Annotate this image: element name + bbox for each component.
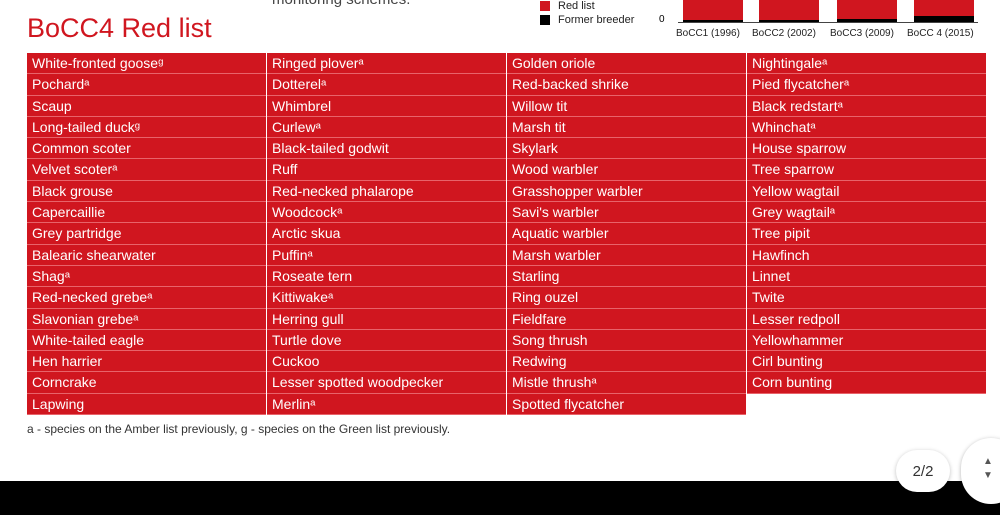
species-cell: Corn bunting	[747, 372, 986, 394]
species-cell: Cirl bunting	[747, 351, 986, 373]
species-cell: Slavonian grebeᵃ	[27, 308, 266, 330]
x-axis	[678, 22, 978, 23]
x-tick-label: BoCC1 (1996)	[676, 28, 740, 39]
species-cell: Merlinᵃ	[267, 393, 506, 416]
species-cell: Kittiwakeᵃ	[267, 287, 506, 309]
x-tick-label: BoCC 4 (2015)	[907, 28, 974, 39]
species-cell: Marsh tit	[507, 116, 746, 139]
species-cell: Lesser redpoll	[747, 308, 986, 330]
species-cell: Yellow wagtail	[747, 180, 986, 203]
bar-former-breeder	[759, 20, 819, 22]
species-cell: Velvet scoterᵃ	[27, 159, 266, 181]
x-tick-label: BoCC3 (2009)	[830, 28, 894, 39]
bar-red-list	[759, 0, 819, 22]
species-cell: Curlewᵃ	[267, 116, 506, 139]
species-cell: Starling	[507, 265, 746, 288]
footnote: a - species on the Amber list previously…	[27, 422, 451, 436]
species-cell: Black grouse	[27, 180, 266, 203]
x-tick-label: BoCC2 (2002)	[752, 28, 816, 39]
page-indicator[interactable]: 2/2	[896, 450, 950, 492]
species-cell: Ruff	[267, 159, 506, 181]
species-cell: Roseate tern	[267, 265, 506, 288]
species-cell: White-tailed eagle	[27, 329, 266, 352]
species-cell: Black redstartᵃ	[747, 95, 986, 117]
red-list-table: White-fronted gooseᵍ Pochardᵃ Scaup Long-ta…	[27, 53, 987, 416]
species-cell: Golden oriole	[507, 53, 746, 75]
species-cell: Tree pipit	[747, 223, 986, 245]
species-cell: Common scoter	[27, 138, 266, 160]
intro-text: monitoring schemes.	[272, 0, 410, 8]
species-cell: Spotted flycatcher	[507, 393, 746, 416]
species-cell: Mistle thrushᵃ	[507, 372, 746, 394]
arrow-up-icon[interactable]: ▲	[983, 455, 1000, 469]
bar-red-list	[914, 0, 974, 22]
species-cell: Song thrush	[507, 329, 746, 352]
species-cell: Cuckoo	[267, 351, 506, 373]
species-cell: Black-tailed godwit	[267, 138, 506, 160]
species-cell: Ring ouzel	[507, 287, 746, 309]
y-tick-label: 0	[659, 14, 665, 25]
species-cell: Grey wagtailᵃ	[747, 202, 986, 224]
species-cell: Pied flycatcherᵃ	[747, 74, 986, 96]
species-cell: Savi's warbler	[507, 202, 746, 224]
species-cell: Twite	[747, 287, 986, 309]
species-cell: Red-necked phalarope	[267, 180, 506, 203]
species-cell: House sparrow	[747, 138, 986, 160]
legend-label: Red list	[558, 0, 595, 12]
species-cell: Aquatic warbler	[507, 223, 746, 245]
bar-red-list	[837, 0, 897, 22]
species-cell: Tree sparrow	[747, 159, 986, 181]
species-cell: Scaup	[27, 95, 266, 117]
species-cell: Hawfinch	[747, 244, 986, 266]
page-title: BoCC4 Red list	[27, 13, 212, 43]
species-cell: Corncrake	[27, 372, 266, 394]
bar-former-breeder	[837, 19, 897, 22]
species-cell: Red-necked grebeᵃ	[27, 287, 266, 309]
species-cell: Woodcockᵃ	[267, 202, 506, 224]
species-cell: Marsh warbler	[507, 244, 746, 266]
legend-swatch	[540, 15, 550, 25]
species-cell: Long-tailed duckᵍ	[27, 116, 266, 139]
species-cell: Turtle dove	[267, 329, 506, 352]
species-cell: Linnet	[747, 265, 986, 288]
species-cell: Whimbrel	[267, 95, 506, 117]
species-cell: Ringed ploverᵃ	[267, 53, 506, 75]
species-cell: Skylark	[507, 138, 746, 160]
species-cell: Fieldfare	[507, 308, 746, 330]
species-cell: Hen harrier	[27, 351, 266, 373]
species-cell: White-fronted gooseᵍ	[27, 53, 266, 75]
bottom-bar	[0, 481, 1000, 515]
bar-former-breeder	[914, 16, 974, 22]
species-cell: Lapwing	[27, 393, 266, 416]
legend-label: Former breeder	[558, 14, 635, 26]
species-cell: Grey partridge	[27, 223, 266, 245]
species-cell: Grasshopper warbler	[507, 180, 746, 203]
species-cell: Balearic shearwater	[27, 244, 266, 266]
species-cell: Nightingaleᵃ	[747, 53, 986, 75]
species-cell: Capercaillie	[27, 202, 266, 224]
species-cell: Puffinᵃ	[267, 244, 506, 266]
species-cell: Herring gull	[267, 308, 506, 330]
species-cell: Willow tit	[507, 95, 746, 117]
legend-red-list: Red list	[540, 0, 595, 12]
species-cell: Dotterelᵃ	[267, 74, 506, 96]
species-cell: Wood warbler	[507, 159, 746, 181]
species-cell: Red-backed shrike	[507, 74, 746, 96]
species-cell: Shagᵃ	[27, 265, 266, 288]
arrow-down-icon[interactable]: ▼	[983, 469, 1000, 483]
species-cell: Whinchatᵃ	[747, 116, 986, 139]
legend-swatch	[540, 1, 550, 11]
species-cell: Yellowhammer	[747, 329, 986, 352]
bar-former-breeder	[683, 20, 743, 22]
bar-red-list	[683, 0, 743, 22]
species-cell: Redwing	[507, 351, 746, 373]
species-cell: Pochardᵃ	[27, 74, 266, 96]
legend-former-breeder: Former breeder	[540, 14, 634, 26]
species-cell: Lesser spotted woodpecker	[267, 372, 506, 394]
species-cell: Arctic skua	[267, 223, 506, 245]
bar-chart: 0 BoCC1 (1996) BoCC2 (2002) BoCC3 (2009) Bo…	[655, 0, 985, 45]
